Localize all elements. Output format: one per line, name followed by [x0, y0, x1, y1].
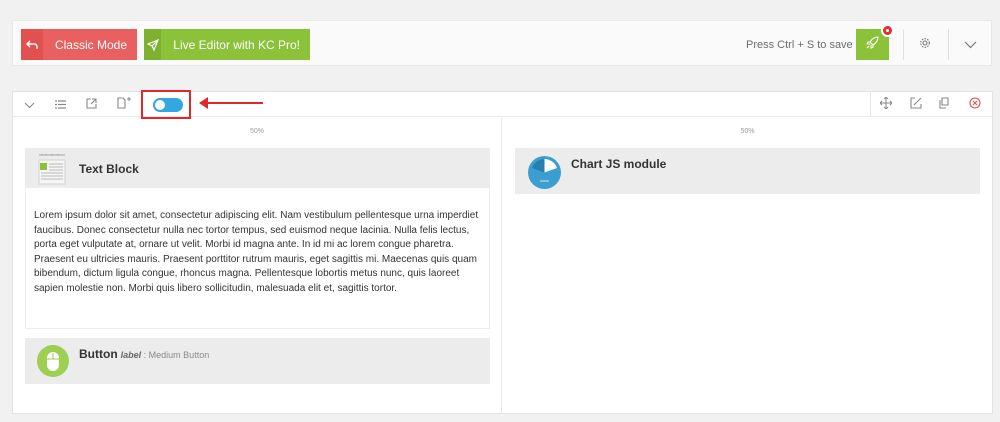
button-label-value: : Medium Button — [141, 350, 210, 360]
column-width-label: 50% — [740, 128, 755, 135]
move-icon — [879, 96, 893, 114]
live-editor-button[interactable]: Live Editor with KC Pro! — [144, 29, 310, 60]
divider — [948, 29, 949, 60]
collapse-toolbar-button[interactable] — [955, 29, 985, 60]
duplicate-button[interactable] — [934, 95, 954, 115]
add-section-icon — [117, 96, 131, 114]
text-block-element[interactable]: Text Block — [25, 148, 490, 188]
collapse-section-button[interactable] — [19, 95, 39, 115]
top-toolbar: Classic Mode Live Editor with KC Pro! Pr… — [12, 20, 992, 66]
save-hint: Press Ctrl + S to save — [746, 39, 853, 51]
text-block-content: Lorem ipsum dolor sit amet, consectetur … — [25, 188, 490, 329]
live-editor-label: Live Editor with KC Pro! — [173, 37, 300, 52]
annotation-arrow — [199, 97, 263, 109]
delete-icon — [969, 96, 981, 114]
section-actions — [870, 92, 992, 117]
text-block-title: Text Block — [79, 162, 139, 176]
button-label-key: label — [120, 350, 142, 360]
highlight-box — [141, 90, 191, 119]
rocket-icon — [866, 35, 879, 54]
chevron-down-icon — [964, 36, 977, 54]
section-toolbar — [13, 90, 992, 119]
mouse-icon — [37, 345, 69, 382]
classic-mode-label: Classic Mode — [54, 37, 127, 52]
button-element[interactable]: Button label : Medium Button — [25, 338, 490, 384]
divider — [903, 29, 904, 60]
button-title: Button label : Medium Button — [79, 347, 209, 361]
text-block-icon — [37, 153, 69, 190]
toggle-switch[interactable] — [153, 98, 183, 112]
column-width-label: 50% — [249, 128, 264, 135]
chevron-down-icon — [24, 96, 35, 114]
send-icon — [144, 29, 162, 60]
delete-button[interactable] — [965, 95, 985, 115]
pie-chart-icon — [528, 156, 561, 194]
rocket-button[interactable] — [856, 24, 894, 60]
list-button[interactable] — [50, 95, 70, 115]
export-icon — [85, 96, 97, 114]
notification-badge — [881, 24, 894, 37]
chart-js-title: Chart JS module — [571, 157, 667, 171]
text-block-paragraph: Lorem ipsum dolor sit amet, consectetur … — [34, 210, 479, 294]
add-section-button[interactable] — [114, 95, 134, 115]
chart-js-element[interactable]: Chart JS module — [515, 148, 980, 194]
column-right: 50% Chart JS module — [503, 118, 992, 414]
settings-button[interactable] — [910, 29, 940, 60]
builder-area: 50% Text Block Lorem ipsum dolor sit ame… — [12, 90, 993, 414]
button-title-text: Button — [79, 347, 118, 361]
list-icon — [54, 96, 66, 114]
column-left: 50% Text Block Lorem ipsum dolor sit ame… — [13, 118, 502, 414]
edit-button[interactable] — [906, 95, 926, 115]
classic-mode-button[interactable]: Classic Mode — [21, 29, 137, 60]
move-button[interactable] — [876, 95, 896, 115]
duplicate-icon — [938, 96, 950, 114]
button-sub-label: label : Medium Button — [121, 350, 210, 360]
export-button[interactable] — [81, 95, 101, 115]
edit-icon — [910, 96, 922, 114]
undo-icon — [21, 29, 43, 60]
gear-icon — [919, 36, 931, 54]
